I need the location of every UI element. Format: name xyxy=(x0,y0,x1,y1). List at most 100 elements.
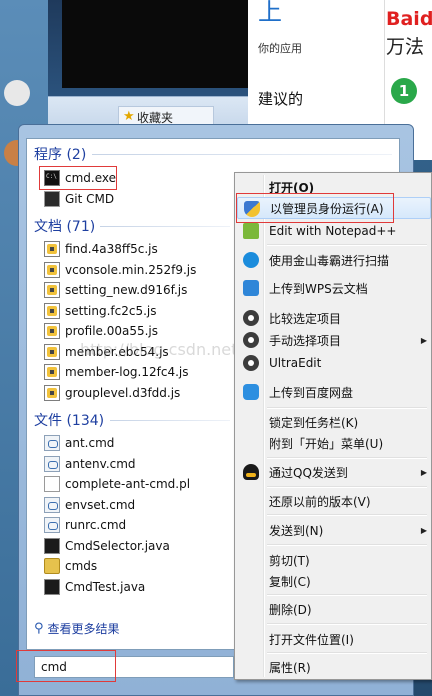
compare-icon xyxy=(243,310,259,326)
result-item-document[interactable]: vconsole.min.252f9.js xyxy=(44,260,196,280)
submenu-arrow-icon: ▶ xyxy=(420,467,427,477)
menu-separator xyxy=(267,486,427,488)
js-file-icon xyxy=(44,262,60,278)
batch-file-icon xyxy=(44,497,60,513)
menu-item-label: 复制(C) xyxy=(269,574,311,589)
menu-item-baidu-upload[interactable]: 上传到百度网盘 xyxy=(237,381,431,403)
batch-file-icon xyxy=(44,456,60,472)
menu-item-label: 比较选定项目 xyxy=(269,311,342,326)
ultraedit-icon xyxy=(243,355,259,371)
menu-item-label: 删除(D) xyxy=(269,602,312,617)
result-label: CmdTest.java xyxy=(65,580,146,594)
result-item-file[interactable]: complete-ant-cmd.pl xyxy=(44,474,190,494)
divider xyxy=(92,154,392,155)
antivirus-icon xyxy=(243,252,259,268)
result-label: grouplevel.d3fdd.js xyxy=(65,386,181,400)
menu-item-compare[interactable]: 比较选定项目 xyxy=(237,307,431,329)
menu-item-manual-select[interactable]: 手动选择项目 ▶ xyxy=(237,329,431,351)
baidu-logo: Baidu xyxy=(386,8,432,30)
menu-separator xyxy=(267,623,427,625)
menu-separator xyxy=(267,407,427,409)
qq-icon xyxy=(243,464,259,480)
menu-item-label: 属性(R) xyxy=(269,660,311,675)
favorites-label: 收藏夹 xyxy=(137,110,174,125)
result-item-document[interactable]: setting_new.d916f.js xyxy=(44,280,187,300)
menu-item-restore-versions[interactable]: 还原以前的版本(V) xyxy=(237,490,431,512)
group-title-files: 文件 (134) xyxy=(34,413,105,429)
result-item-file[interactable]: cmds xyxy=(44,556,97,576)
menu-separator xyxy=(267,544,427,546)
star-icon: ★ xyxy=(123,109,135,124)
result-item-file[interactable]: CmdTest.java xyxy=(44,577,145,597)
avatar xyxy=(4,80,30,106)
result-label: runrc.cmd xyxy=(65,518,127,532)
see-more-results-link[interactable]: ⚲ 查看更多结果 xyxy=(34,620,120,637)
menu-item-open-location[interactable]: 打开文件位置(I) xyxy=(237,628,431,650)
js-file-icon xyxy=(44,303,60,319)
menu-item-wps-upload[interactable]: 上传到WPS云文档 xyxy=(237,277,431,299)
result-item-file[interactable]: CmdSelector.java xyxy=(44,536,170,556)
batch-file-icon xyxy=(44,435,60,451)
menu-item-label: 上传到百度网盘 xyxy=(269,385,354,400)
search-icon: ⚲ xyxy=(34,621,44,636)
java-file-icon xyxy=(44,579,60,595)
menu-item-delete[interactable]: 删除(D) xyxy=(237,598,431,620)
context-menu: 打开(O) 以管理员身份运行(A) Edit with Notepad++ 使用… xyxy=(234,172,432,680)
menu-item-pin-taskbar[interactable]: 锁定到任务栏(K) xyxy=(237,411,431,433)
menu-item-cut[interactable]: 剪切(T) xyxy=(237,549,431,571)
menu-item-label: 手动选择项目 xyxy=(269,333,342,348)
result-label: cmds xyxy=(65,559,98,573)
menu-item-label: 使用金山毒霸进行扫描 xyxy=(269,253,390,268)
wps-cloud-icon xyxy=(243,280,259,296)
js-file-icon xyxy=(44,364,60,380)
menu-item-label: 剪切(T) xyxy=(269,553,310,568)
result-item-document[interactable]: grouplevel.d3fdd.js xyxy=(44,383,180,403)
result-label: antenv.cmd xyxy=(65,457,136,471)
js-file-icon xyxy=(44,241,60,257)
baidu-cloud-icon xyxy=(243,384,259,400)
menu-item-label: 发送到(N) xyxy=(269,523,324,538)
result-item-document[interactable]: member-log.12fc4.js xyxy=(44,362,189,382)
result-label: vconsole.min.252f9.js xyxy=(65,263,197,277)
menu-item-label: 附到「开始」菜单(U) xyxy=(269,436,384,451)
result-label: CmdSelector.java xyxy=(65,539,170,553)
result-item-document[interactable]: find.4a38ff5c.js xyxy=(44,239,158,259)
menu-item-properties[interactable]: 属性(R) xyxy=(237,656,431,678)
result-item-document[interactable]: profile.00a55.js xyxy=(44,321,158,341)
result-item-file[interactable]: runrc.cmd xyxy=(44,515,126,535)
menu-item-label: 打开文件位置(I) xyxy=(269,632,354,647)
submenu-arrow-icon: ▶ xyxy=(420,335,427,345)
page-subtitle: 你的应用 xyxy=(258,42,302,55)
menu-item-ultraedit[interactable]: UltraEdit xyxy=(237,352,431,374)
baidu-text: 万法 xyxy=(386,36,425,58)
result-item-document[interactable]: setting.fc2c5.js xyxy=(44,301,157,321)
js-file-icon xyxy=(44,323,60,339)
menu-separator xyxy=(267,514,427,516)
result-label: ant.cmd xyxy=(65,436,115,450)
result-label: setting_new.d916f.js xyxy=(65,283,188,297)
submenu-arrow-icon: ▶ xyxy=(420,525,427,535)
video-area xyxy=(62,0,248,88)
annotation-highlight-search xyxy=(16,650,116,682)
result-label: complete-ant-cmd.pl xyxy=(65,477,191,491)
menu-item-kingsoft-scan[interactable]: 使用金山毒霸进行扫描 xyxy=(237,249,431,271)
more-results-label: 查看更多结果 xyxy=(47,622,120,636)
menu-item-edit-notepad[interactable]: Edit with Notepad++ xyxy=(237,220,431,242)
menu-item-qq-send[interactable]: 通过QQ发送到 ▶ xyxy=(237,461,431,483)
result-item-file[interactable]: antenv.cmd xyxy=(44,454,136,474)
java-file-icon xyxy=(44,538,60,554)
menu-item-pin-start[interactable]: 附到「开始」菜单(U) xyxy=(237,432,431,454)
menu-item-send-to[interactable]: 发送到(N) ▶ xyxy=(237,519,431,541)
menu-item-copy[interactable]: 复制(C) xyxy=(237,570,431,592)
result-item-git-cmd[interactable]: Git CMD xyxy=(44,189,114,209)
step-badge: 1 xyxy=(391,78,417,104)
result-item-file[interactable]: envset.cmd xyxy=(44,495,135,515)
js-file-icon xyxy=(44,385,60,401)
divider xyxy=(100,226,230,227)
result-item-file[interactable]: ant.cmd xyxy=(44,433,114,453)
text-file-icon xyxy=(44,476,60,492)
menu-item-label: 通过QQ发送到 xyxy=(269,465,348,480)
menu-separator xyxy=(267,457,427,459)
page-heading: 上 xyxy=(258,0,282,26)
result-label: member-log.12fc4.js xyxy=(65,365,189,379)
